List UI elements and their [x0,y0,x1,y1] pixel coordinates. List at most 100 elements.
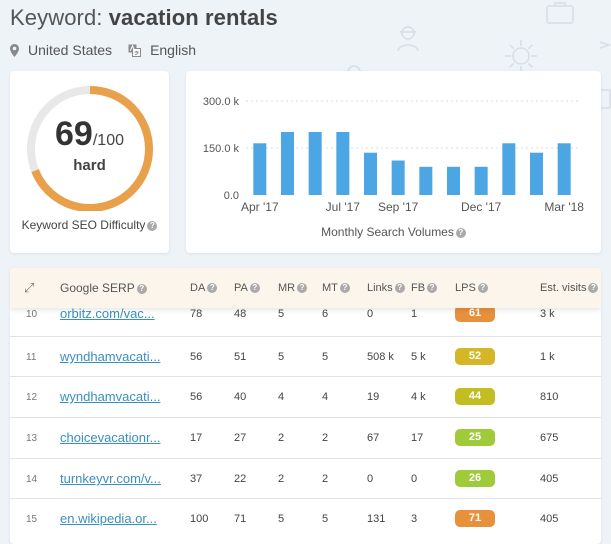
help-icon[interactable]: ? [249,283,260,294]
difficulty-label: hard [73,157,106,174]
suitcase-icon [546,2,574,24]
chart-caption: Monthly Search Volumes? [186,225,601,239]
chart-xlabel: Monthly Search Volumes [321,225,454,239]
cell-da: 37 [190,473,203,485]
keyword: vacation rentals [108,5,278,30]
search-volume-card: 0.0 150.0 k 300.0 k Apr '17 Jul '17 Sep '17 De… [186,71,601,253]
traveler-icon [397,26,419,52]
cell-links: 508 k [367,351,394,363]
y-tick-label: 300.0 k [203,96,240,108]
cell-mt: 4 [322,391,329,403]
cell-da: 17 [190,432,203,444]
expand-icon[interactable]: ⤢ [24,280,34,296]
x-tick-label: Jul '17 [326,200,361,214]
serp-url-link[interactable]: wyndhamvacati... [60,389,170,404]
x-tick-label: Dec '17 [461,200,502,214]
difficulty-max: /100 [92,132,124,149]
location-label: United States [28,42,113,58]
help-icon[interactable]: ? [339,283,350,294]
sun-icon [505,40,537,72]
x-tick-label: Mar '18 [544,200,584,214]
col-mt[interactable]: MT? [322,282,350,294]
cell-mr: 4 [278,391,285,403]
row-number: 12 [26,392,38,403]
help-icon[interactable]: ? [207,283,218,294]
serp-url-link[interactable]: orbitz.com/vac... [60,306,170,321]
cell-est-visits: 405 [540,513,559,525]
cell-est-visits: 405 [540,473,559,485]
serp-url-link[interactable]: turnkeyvr.com/v... [60,471,170,486]
cell-pa: 27 [234,432,247,444]
col-mr-label: MR [278,282,296,294]
location-item: United States [10,42,112,58]
difficulty-score: 69/100 [10,115,169,154]
cell-est-visits: 3 k [540,308,555,320]
cell-est-visits: 810 [540,391,559,403]
help-icon[interactable]: ? [455,227,466,238]
lps-badge: 71 [455,510,495,527]
difficulty-value: 69 [55,115,93,153]
col-mr[interactable]: MR? [278,282,308,294]
cell-est-visits: 675 [540,432,559,444]
cell-mr: 5 [278,308,285,320]
y-tick-label: 0.0 [224,190,239,202]
cell-mr: 2 [278,473,285,485]
bar [502,143,516,195]
location-pin-icon [10,43,19,57]
cell-da: 56 [190,391,203,403]
cell-fb: 17 [411,432,424,444]
difficulty-caption: Keyword SEO Difficulty? [10,218,169,232]
cell-mt: 6 [322,308,329,320]
col-fb[interactable]: FB? [411,282,438,294]
help-icon[interactable]: ? [427,283,438,294]
cell-mr: 5 [278,513,285,525]
bar [557,143,571,195]
col-google-serp-label: Google SERP [60,281,135,295]
flag-icon [599,41,611,49]
lps-badge: 25 [455,429,495,446]
help-icon[interactable]: ? [136,283,147,294]
col-fb-label: FB [411,282,426,294]
table-header: ⤢ Google SERP? DA? PA? MR? MT? Links? FB… [10,268,601,308]
col-est-visits[interactable]: Est. visits? [540,282,599,294]
cell-links: 131 [367,513,386,525]
cell-mt: 5 [322,513,329,525]
search-volume-chart: 0.0 150.0 k 300.0 k Apr '17 Jul '17 Sep '17 De… [203,96,584,214]
col-links[interactable]: Links? [367,282,405,294]
keyword-meta: United States English [10,42,212,58]
bar [364,152,377,195]
help-icon[interactable]: ? [394,283,405,294]
language-label: English [150,42,196,58]
help-icon[interactable]: ? [297,283,308,294]
cell-links: 0 [367,473,374,485]
cell-da: 78 [190,308,203,320]
col-est-visits-label: Est. visits [540,282,587,294]
page-title: Keyword: vacation rentals [10,5,278,31]
page-header: Keyword: vacation rentals [10,5,278,31]
col-links-label: Links [367,282,393,294]
cell-links: 19 [367,391,380,403]
cell-mr: 2 [278,432,285,444]
help-icon[interactable]: ? [588,283,599,294]
serp-url-link[interactable]: en.wikipedia.or... [60,511,170,526]
translate-icon [128,44,142,57]
col-da[interactable]: DA? [190,282,218,294]
cell-fb: 3 [411,513,418,525]
col-pa[interactable]: PA? [234,282,260,294]
serp-url-link[interactable]: choicevacationr... [60,430,170,445]
help-icon[interactable]: ? [477,283,488,294]
language-item: English [128,42,196,58]
help-icon[interactable]: ? [147,220,158,231]
cell-fb: 0 [411,473,418,485]
serp-url-link[interactable]: wyndhamvacati... [60,349,170,364]
col-lps[interactable]: LPS? [455,282,488,294]
col-pa-label: PA [234,282,248,294]
bar [530,152,543,195]
cell-da: 100 [190,513,209,525]
bar [419,166,433,195]
y-tick-label: 150.0 k [203,143,240,155]
col-google-serp[interactable]: Google SERP? [60,281,147,295]
cell-fb: 1 [411,308,418,320]
cell-pa: 71 [234,513,247,525]
table-row: 14 turnkeyvr.com/v... 37 22 2 2 0 0 405 26 [10,458,601,499]
